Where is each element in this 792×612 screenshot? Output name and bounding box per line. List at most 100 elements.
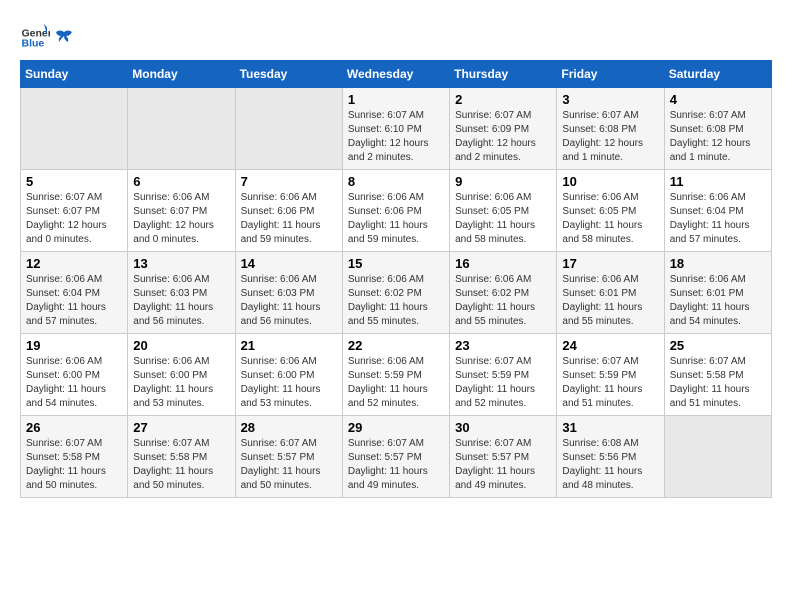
calendar-day-cell: 14 Sunrise: 6:06 AM Sunset: 6:03 PM Dayli…: [235, 252, 342, 334]
calendar-day-header: Wednesday: [342, 61, 449, 88]
calendar-week-row: 5 Sunrise: 6:07 AM Sunset: 6:07 PM Daylig…: [21, 170, 772, 252]
day-info: Sunrise: 6:07 AM Sunset: 5:57 PM Dayligh…: [241, 437, 337, 493]
calendar-week-row: 12 Sunrise: 6:06 AM Sunset: 6:04 PM Dayli…: [21, 252, 772, 334]
calendar-day-cell: 18 Sunrise: 6:06 AM Sunset: 6:01 PM Dayli…: [664, 252, 771, 334]
calendar-week-row: 19Sunrise: 6:06 AM Sunset: 6:00 PM Dayli…: [21, 334, 772, 416]
calendar-day-cell: 7Sunrise: 6:06 AM Sunset: 6:06 PM Daylig…: [235, 170, 342, 252]
calendar-week-row: 26 Sunrise: 6:07 AM Sunset: 5:58 PM Dayli…: [21, 416, 772, 498]
calendar-day-cell: 26 Sunrise: 6:07 AM Sunset: 5:58 PM Dayli…: [21, 416, 128, 498]
day-number: 28: [241, 420, 337, 435]
day-number: 12: [26, 256, 122, 271]
day-info: Sunrise: 6:07 AM Sunset: 5:57 PM Dayligh…: [348, 437, 444, 493]
calendar-day-cell: [235, 88, 342, 170]
calendar-day-header: Thursday: [450, 61, 557, 88]
day-number: 26: [26, 420, 122, 435]
day-number: 5: [26, 174, 122, 189]
day-number: 31: [562, 420, 658, 435]
day-info: Sunrise: 6:06 AM Sunset: 6:02 PM Dayligh…: [348, 273, 444, 329]
calendar-day-cell: 6Sunrise: 6:06 AM Sunset: 6:07 PM Daylig…: [128, 170, 235, 252]
calendar-week-row: 1 Sunrise: 6:07 AM Sunset: 6:10 PM Daylig…: [21, 88, 772, 170]
day-number: 24: [562, 338, 658, 353]
day-info: Sunrise: 6:06 AM Sunset: 6:00 PM Dayligh…: [26, 355, 122, 411]
calendar-day-cell: 21 Sunrise: 6:06 AM Sunset: 6:00 PM Dayli…: [235, 334, 342, 416]
day-number: 25: [670, 338, 766, 353]
calendar-day-header: Friday: [557, 61, 664, 88]
day-number: 15: [348, 256, 444, 271]
calendar-day-cell: 31 Sunrise: 6:08 AM Sunset: 5:56 PM Dayli…: [557, 416, 664, 498]
calendar-header-row: SundayMondayTuesdayWednesdayThursdayFrid…: [21, 61, 772, 88]
day-info: Sunrise: 6:06 AM Sunset: 6:05 PM Dayligh…: [455, 191, 551, 247]
day-info: Sunrise: 6:06 AM Sunset: 6:01 PM Dayligh…: [670, 273, 766, 329]
calendar-day-cell: [21, 88, 128, 170]
calendar-day-cell: 3 Sunrise: 6:07 AM Sunset: 6:08 PM Daylig…: [557, 88, 664, 170]
calendar-day-cell: 23Sunrise: 6:07 AM Sunset: 5:59 PM Dayli…: [450, 334, 557, 416]
day-number: 17: [562, 256, 658, 271]
day-info: Sunrise: 6:07 AM Sunset: 5:59 PM Dayligh…: [455, 355, 551, 411]
day-info: Sunrise: 6:07 AM Sunset: 6:09 PM Dayligh…: [455, 109, 551, 165]
calendar-day-cell: 5 Sunrise: 6:07 AM Sunset: 6:07 PM Daylig…: [21, 170, 128, 252]
day-info: Sunrise: 6:06 AM Sunset: 6:04 PM Dayligh…: [26, 273, 122, 329]
calendar-day-cell: 9Sunrise: 6:06 AM Sunset: 6:05 PM Daylig…: [450, 170, 557, 252]
calendar-day-cell: 11 Sunrise: 6:06 AM Sunset: 6:04 PM Dayli…: [664, 170, 771, 252]
day-number: 16: [455, 256, 551, 271]
day-number: 8: [348, 174, 444, 189]
calendar-day-header: Monday: [128, 61, 235, 88]
day-info: Sunrise: 6:06 AM Sunset: 6:00 PM Dayligh…: [133, 355, 229, 411]
day-info: Sunrise: 6:06 AM Sunset: 6:00 PM Dayligh…: [241, 355, 337, 411]
day-info: Sunrise: 6:06 AM Sunset: 6:02 PM Dayligh…: [455, 273, 551, 329]
day-number: 6: [133, 174, 229, 189]
day-info: Sunrise: 6:07 AM Sunset: 5:58 PM Dayligh…: [133, 437, 229, 493]
day-info: Sunrise: 6:07 AM Sunset: 6:08 PM Dayligh…: [670, 109, 766, 165]
day-info: Sunrise: 6:08 AM Sunset: 5:56 PM Dayligh…: [562, 437, 658, 493]
day-info: Sunrise: 6:06 AM Sunset: 6:03 PM Dayligh…: [241, 273, 337, 329]
day-info: Sunrise: 6:06 AM Sunset: 6:05 PM Dayligh…: [562, 191, 658, 247]
day-number: 22: [348, 338, 444, 353]
day-number: 29: [348, 420, 444, 435]
calendar-day-cell: 19Sunrise: 6:06 AM Sunset: 6:00 PM Dayli…: [21, 334, 128, 416]
calendar-day-cell: 15 Sunrise: 6:06 AM Sunset: 6:02 PM Dayli…: [342, 252, 449, 334]
calendar-day-cell: 27 Sunrise: 6:07 AM Sunset: 5:58 PM Dayli…: [128, 416, 235, 498]
day-number: 11: [670, 174, 766, 189]
day-number: 3: [562, 92, 658, 107]
day-info: Sunrise: 6:07 AM Sunset: 6:08 PM Dayligh…: [562, 109, 658, 165]
calendar-day-cell: 10 Sunrise: 6:06 AM Sunset: 6:05 PM Dayli…: [557, 170, 664, 252]
day-info: Sunrise: 6:07 AM Sunset: 5:58 PM Dayligh…: [26, 437, 122, 493]
day-number: 18: [670, 256, 766, 271]
logo: General Blue: [20, 20, 74, 50]
day-info: Sunrise: 6:06 AM Sunset: 5:59 PM Dayligh…: [348, 355, 444, 411]
day-info: Sunrise: 6:07 AM Sunset: 5:58 PM Dayligh…: [670, 355, 766, 411]
day-info: Sunrise: 6:06 AM Sunset: 6:06 PM Dayligh…: [348, 191, 444, 247]
day-info: Sunrise: 6:06 AM Sunset: 6:04 PM Dayligh…: [670, 191, 766, 247]
day-info: Sunrise: 6:07 AM Sunset: 5:57 PM Dayligh…: [455, 437, 551, 493]
calendar-day-cell: 12 Sunrise: 6:06 AM Sunset: 6:04 PM Dayli…: [21, 252, 128, 334]
day-number: 27: [133, 420, 229, 435]
day-info: Sunrise: 6:07 AM Sunset: 6:07 PM Dayligh…: [26, 191, 122, 247]
day-info: Sunrise: 6:07 AM Sunset: 6:10 PM Dayligh…: [348, 109, 444, 165]
calendar-day-cell: 16 Sunrise: 6:06 AM Sunset: 6:02 PM Dayli…: [450, 252, 557, 334]
calendar-day-header: Sunday: [21, 61, 128, 88]
calendar-day-cell: 4 Sunrise: 6:07 AM Sunset: 6:08 PM Daylig…: [664, 88, 771, 170]
page-header: General Blue: [20, 20, 772, 50]
day-number: 10: [562, 174, 658, 189]
calendar-day-cell: 29 Sunrise: 6:07 AM Sunset: 5:57 PM Dayli…: [342, 416, 449, 498]
day-number: 4: [670, 92, 766, 107]
calendar-day-cell: 2 Sunrise: 6:07 AM Sunset: 6:09 PM Daylig…: [450, 88, 557, 170]
calendar-body: 1 Sunrise: 6:07 AM Sunset: 6:10 PM Daylig…: [21, 88, 772, 498]
day-number: 2: [455, 92, 551, 107]
day-info: Sunrise: 6:06 AM Sunset: 6:01 PM Dayligh…: [562, 273, 658, 329]
calendar-table: SundayMondayTuesdayWednesdayThursdayFrid…: [20, 60, 772, 498]
calendar-day-cell: 13Sunrise: 6:06 AM Sunset: 6:03 PM Dayli…: [128, 252, 235, 334]
day-number: 21: [241, 338, 337, 353]
calendar-day-cell: 22 Sunrise: 6:06 AM Sunset: 5:59 PM Dayli…: [342, 334, 449, 416]
day-info: Sunrise: 6:07 AM Sunset: 5:59 PM Dayligh…: [562, 355, 658, 411]
calendar-day-cell: 28 Sunrise: 6:07 AM Sunset: 5:57 PM Dayli…: [235, 416, 342, 498]
calendar-day-header: Saturday: [664, 61, 771, 88]
logo-bird-icon: [54, 28, 74, 48]
calendar-day-cell: 20 Sunrise: 6:06 AM Sunset: 6:00 PM Dayli…: [128, 334, 235, 416]
day-number: 1: [348, 92, 444, 107]
calendar-day-cell: [664, 416, 771, 498]
day-number: 14: [241, 256, 337, 271]
day-info: Sunrise: 6:06 AM Sunset: 6:03 PM Dayligh…: [133, 273, 229, 329]
day-number: 7: [241, 174, 337, 189]
day-number: 20: [133, 338, 229, 353]
